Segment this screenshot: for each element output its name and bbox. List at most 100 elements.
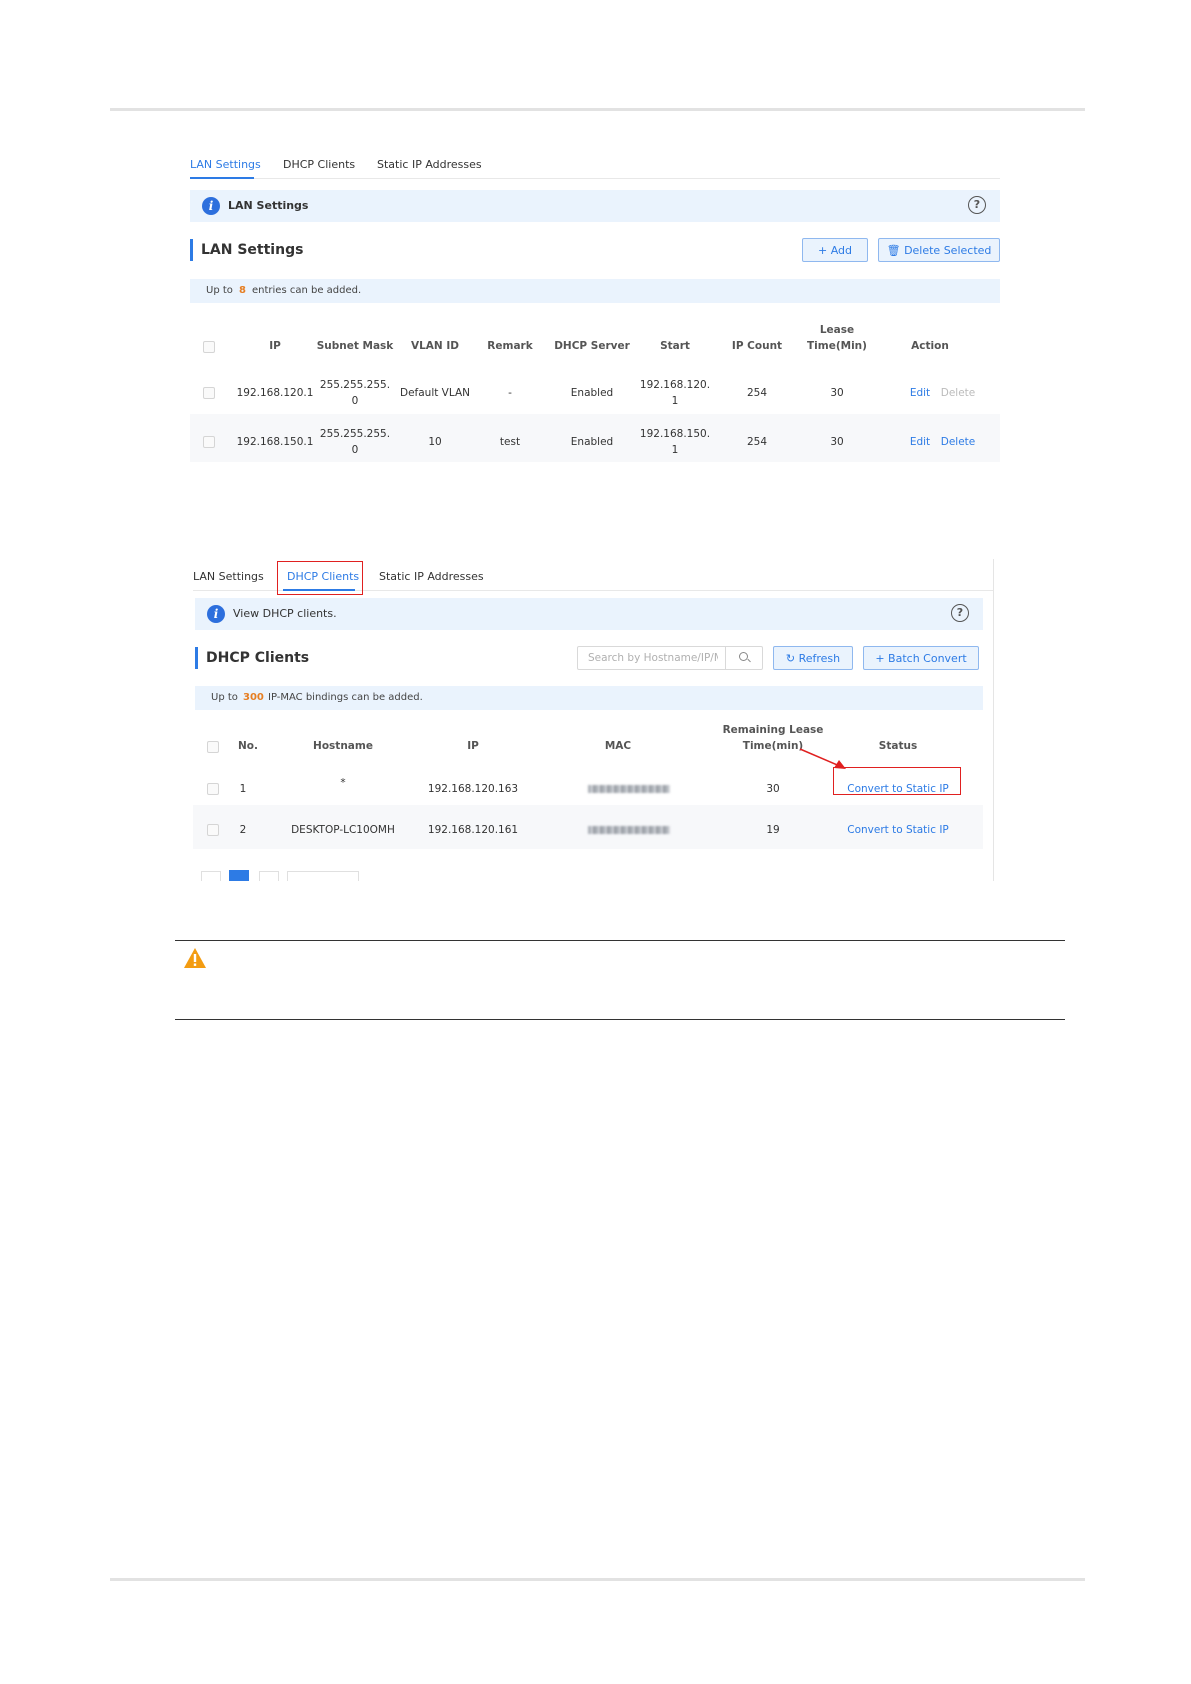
notice-count: 8 xyxy=(239,285,246,296)
note-top-rule xyxy=(175,940,1065,941)
trash-icon: 🗑︎ xyxy=(886,244,905,257)
refresh-icon: ↻ xyxy=(785,652,799,665)
row-hostname: DESKTOP-LC10OMH xyxy=(291,824,395,836)
edit-link[interactable]: Edit xyxy=(905,434,935,450)
col-dhcp-server: DHCP Server xyxy=(554,340,630,352)
info-bar: i View DHCP clients. ? xyxy=(195,598,983,630)
row-no: 2 xyxy=(239,824,247,836)
refresh-button[interactable]: ↻ Refresh xyxy=(773,646,853,670)
row-remark: test xyxy=(499,436,521,448)
annotation-box-dhcp-tab xyxy=(277,561,363,595)
help-icon[interactable]: ? xyxy=(951,604,969,622)
row-start: 192.168.120. 1 xyxy=(630,377,720,409)
mask-line-2: 0 xyxy=(351,444,359,456)
tab-bar: LAN Settings DHCP Clients Static IP Addr… xyxy=(190,152,1000,179)
row-hostname: * xyxy=(340,777,346,789)
row-ip: 192.168.150.1 xyxy=(236,436,314,448)
annotation-arrow xyxy=(799,748,846,769)
tab-lan-settings[interactable]: LAN Settings xyxy=(190,158,261,171)
row-checkbox[interactable] xyxy=(207,783,219,795)
notice-prefix: Up to xyxy=(206,285,233,296)
col-subnet-mask: Subnet Mask xyxy=(316,340,394,352)
row-lease: 30 xyxy=(830,436,844,448)
annotation-box-convert xyxy=(833,767,961,795)
col-hostname: Hostname xyxy=(313,740,373,752)
col-no: No. xyxy=(238,740,258,752)
row-ip: 192.168.120.161 xyxy=(427,824,519,836)
bindings-notice: Up to 300 IP-MAC bindings can be added. xyxy=(195,686,983,710)
edit-link[interactable]: Edit xyxy=(905,385,935,401)
dhcp-clients-panel: LAN Settings DHCP Clients Static IP Addr… xyxy=(193,559,994,881)
row-dhcp-server: Enabled xyxy=(570,436,614,448)
notice-prefix: Up to xyxy=(211,692,238,703)
select-all-checkbox[interactable] xyxy=(203,341,215,353)
row-lease: 19 xyxy=(766,824,780,836)
delete-selected-label: Delete Selected xyxy=(904,244,992,257)
pagination-next[interactable] xyxy=(259,871,279,881)
mask-line-1: 255.255.255. xyxy=(319,379,391,391)
info-icon: i xyxy=(207,605,225,623)
select-all-checkbox[interactable] xyxy=(207,741,219,753)
section-title: LAN Settings xyxy=(190,239,303,261)
warning-icon xyxy=(184,948,206,968)
row-checkbox[interactable] xyxy=(203,387,215,399)
entries-notice: Up to 8 entries can be added. xyxy=(190,279,1000,303)
help-icon[interactable]: ? xyxy=(968,196,986,214)
row-lease: 30 xyxy=(830,387,844,399)
delete-link: Delete xyxy=(940,387,976,399)
col-ip-count: IP Count xyxy=(731,340,783,352)
info-bar: i LAN Settings ? xyxy=(190,190,1000,222)
col-ip: IP xyxy=(467,740,479,752)
col-lease-time: Lease Time(Min) xyxy=(807,324,867,352)
note-bottom-rule xyxy=(175,1019,1065,1020)
active-tab-indicator xyxy=(190,177,254,179)
add-button[interactable]: + Add xyxy=(802,238,868,262)
col-status: Status xyxy=(878,740,918,752)
notice-suffix: IP-MAC bindings can be added. xyxy=(268,692,423,703)
info-text: View DHCP clients. xyxy=(233,607,337,620)
tab-lan-settings[interactable]: LAN Settings xyxy=(193,570,264,583)
lan-settings-panel: LAN Settings DHCP Clients Static IP Addr… xyxy=(190,152,1000,464)
row-checkbox[interactable] xyxy=(207,824,219,836)
tab-static-ip[interactable]: Static IP Addresses xyxy=(379,570,484,583)
info-icon: i xyxy=(202,197,220,215)
tab-dhcp-clients[interactable]: DHCP Clients xyxy=(283,158,355,171)
row-ip: 192.168.120.1 xyxy=(236,387,314,399)
mask-line-1: 255.255.255. xyxy=(319,428,391,440)
col-ip: IP xyxy=(269,340,281,352)
row-ip-count: 254 xyxy=(746,436,768,448)
row-ip: 192.168.120.163 xyxy=(427,783,519,795)
pagination-prev[interactable] xyxy=(201,871,221,881)
search-icon xyxy=(739,652,748,661)
page-top-rule xyxy=(110,108,1085,111)
row-checkbox[interactable] xyxy=(203,436,215,448)
page-bottom-rule xyxy=(110,1578,1085,1581)
search-button[interactable] xyxy=(725,647,762,669)
refresh-label: Refresh xyxy=(798,652,841,665)
col-action: Action xyxy=(911,340,949,352)
convert-to-static-ip-link[interactable]: Convert to Static IP xyxy=(838,822,958,838)
batch-convert-button[interactable]: + Batch Convert xyxy=(863,646,979,670)
row-mac-redacted xyxy=(588,826,670,834)
start-line-1: 192.168.150. xyxy=(639,428,711,440)
row-subnet-mask: 255.255.255. 0 xyxy=(310,377,400,409)
page-size-select[interactable] xyxy=(287,871,359,881)
delete-link[interactable]: Delete xyxy=(938,434,978,450)
search-input[interactable]: Search by Hostname/IP/MAC xyxy=(588,652,718,664)
col-remark: Remark xyxy=(487,340,533,352)
info-text: LAN Settings xyxy=(228,199,309,212)
delete-selected-button[interactable]: 🗑︎ Delete Selected xyxy=(878,238,1000,262)
search-box: Search by Hostname/IP/MAC xyxy=(577,646,763,670)
section-title: DHCP Clients xyxy=(195,647,309,669)
row-no: 1 xyxy=(239,783,247,795)
start-line-2: 1 xyxy=(671,444,679,456)
row-dhcp-server: Enabled xyxy=(570,387,614,399)
row-ip-count: 254 xyxy=(746,387,768,399)
row-start: 192.168.150. 1 xyxy=(630,426,720,458)
row-mac-redacted xyxy=(588,785,670,793)
notice-suffix: entries can be added. xyxy=(252,285,362,296)
row-subnet-mask: 255.255.255. 0 xyxy=(310,426,400,458)
tab-static-ip[interactable]: Static IP Addresses xyxy=(377,158,482,171)
col-start: Start xyxy=(660,340,690,352)
pagination-page-1[interactable] xyxy=(229,870,249,881)
